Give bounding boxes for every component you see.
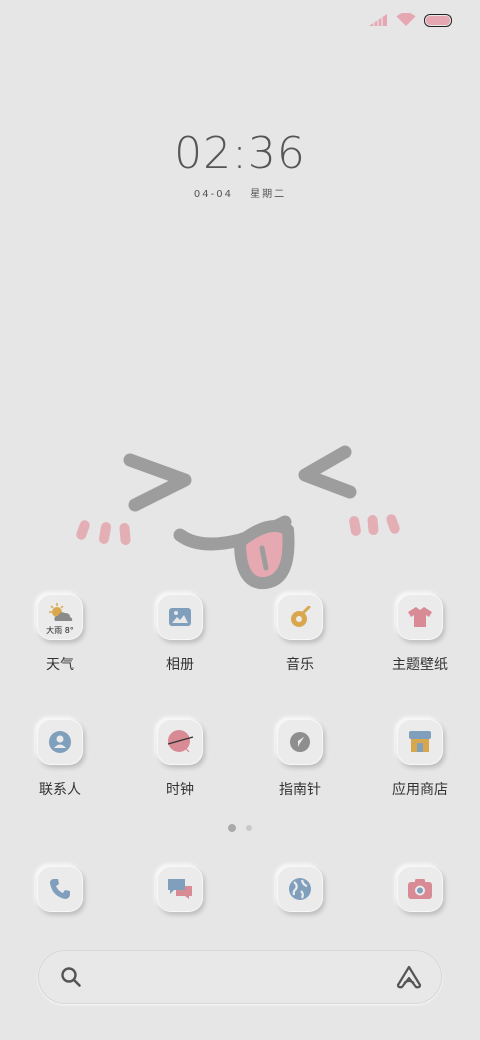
theme-shirt-icon	[408, 607, 432, 627]
app-label: 时钟	[166, 782, 194, 798]
clock-widget[interactable]: 02:36 04-04 星期二	[0, 128, 480, 200]
app-clock[interactable]: 时钟	[120, 719, 240, 799]
date-text: 04-04	[193, 189, 233, 200]
app-gallery[interactable]: 相册	[120, 594, 240, 674]
search-icon[interactable]	[60, 966, 82, 988]
battery-icon	[424, 13, 452, 27]
wallpaper-face	[76, 445, 400, 590]
messages-icon	[168, 879, 192, 899]
status-bar	[368, 8, 452, 32]
gallery-icon	[169, 608, 191, 626]
app-label: 天气	[46, 657, 74, 673]
store-icon	[409, 731, 431, 752]
app-theme[interactable]: 主题壁纸	[360, 594, 480, 674]
dock-phone[interactable]	[0, 866, 120, 912]
dock-camera[interactable]	[360, 866, 480, 912]
app-label: 应用商店	[392, 782, 448, 798]
app-compass[interactable]: 指南针	[240, 719, 360, 799]
dock-browser[interactable]	[240, 866, 360, 912]
browser-icon	[289, 878, 311, 900]
phone-icon	[50, 879, 70, 899]
app-label: 指南针	[279, 782, 321, 798]
app-grid-row-1: 大雨 8° 天气 相册 音乐 主题壁纸	[0, 594, 480, 674]
music-icon	[291, 606, 311, 627]
app-grid-row-2: 联系人 时钟 指南针 应用商店	[0, 719, 480, 799]
app-label: 相册	[166, 657, 194, 673]
app-label: 主题壁纸	[392, 657, 448, 673]
contacts-icon	[49, 731, 71, 753]
page-dot-active[interactable]	[228, 824, 236, 832]
compass-icon	[290, 732, 310, 752]
clock-date: 04-04 星期二	[0, 185, 480, 200]
page-dot[interactable]	[246, 825, 252, 831]
app-music[interactable]: 音乐	[240, 594, 360, 674]
clock-time: 02:36	[174, 128, 306, 179]
clock-icon	[167, 730, 194, 753]
weather-badge: 大雨 8°	[46, 626, 74, 635]
search-bar[interactable]	[38, 950, 442, 1004]
dock	[0, 866, 480, 912]
app-weather[interactable]: 大雨 8° 天气	[0, 594, 120, 674]
app-store[interactable]: 应用商店	[360, 719, 480, 799]
wifi-icon	[396, 13, 416, 26]
app-label: 音乐	[286, 657, 314, 673]
weekday-text: 星期二	[250, 189, 287, 200]
assistant-icon[interactable]	[396, 964, 422, 990]
app-label: 联系人	[39, 782, 81, 798]
camera-icon	[408, 879, 432, 899]
page-indicator[interactable]	[0, 824, 480, 832]
signal-icon	[369, 14, 387, 26]
weather-icon	[49, 603, 73, 621]
dock-messages[interactable]	[120, 866, 240, 912]
app-contacts[interactable]: 联系人	[0, 719, 120, 799]
